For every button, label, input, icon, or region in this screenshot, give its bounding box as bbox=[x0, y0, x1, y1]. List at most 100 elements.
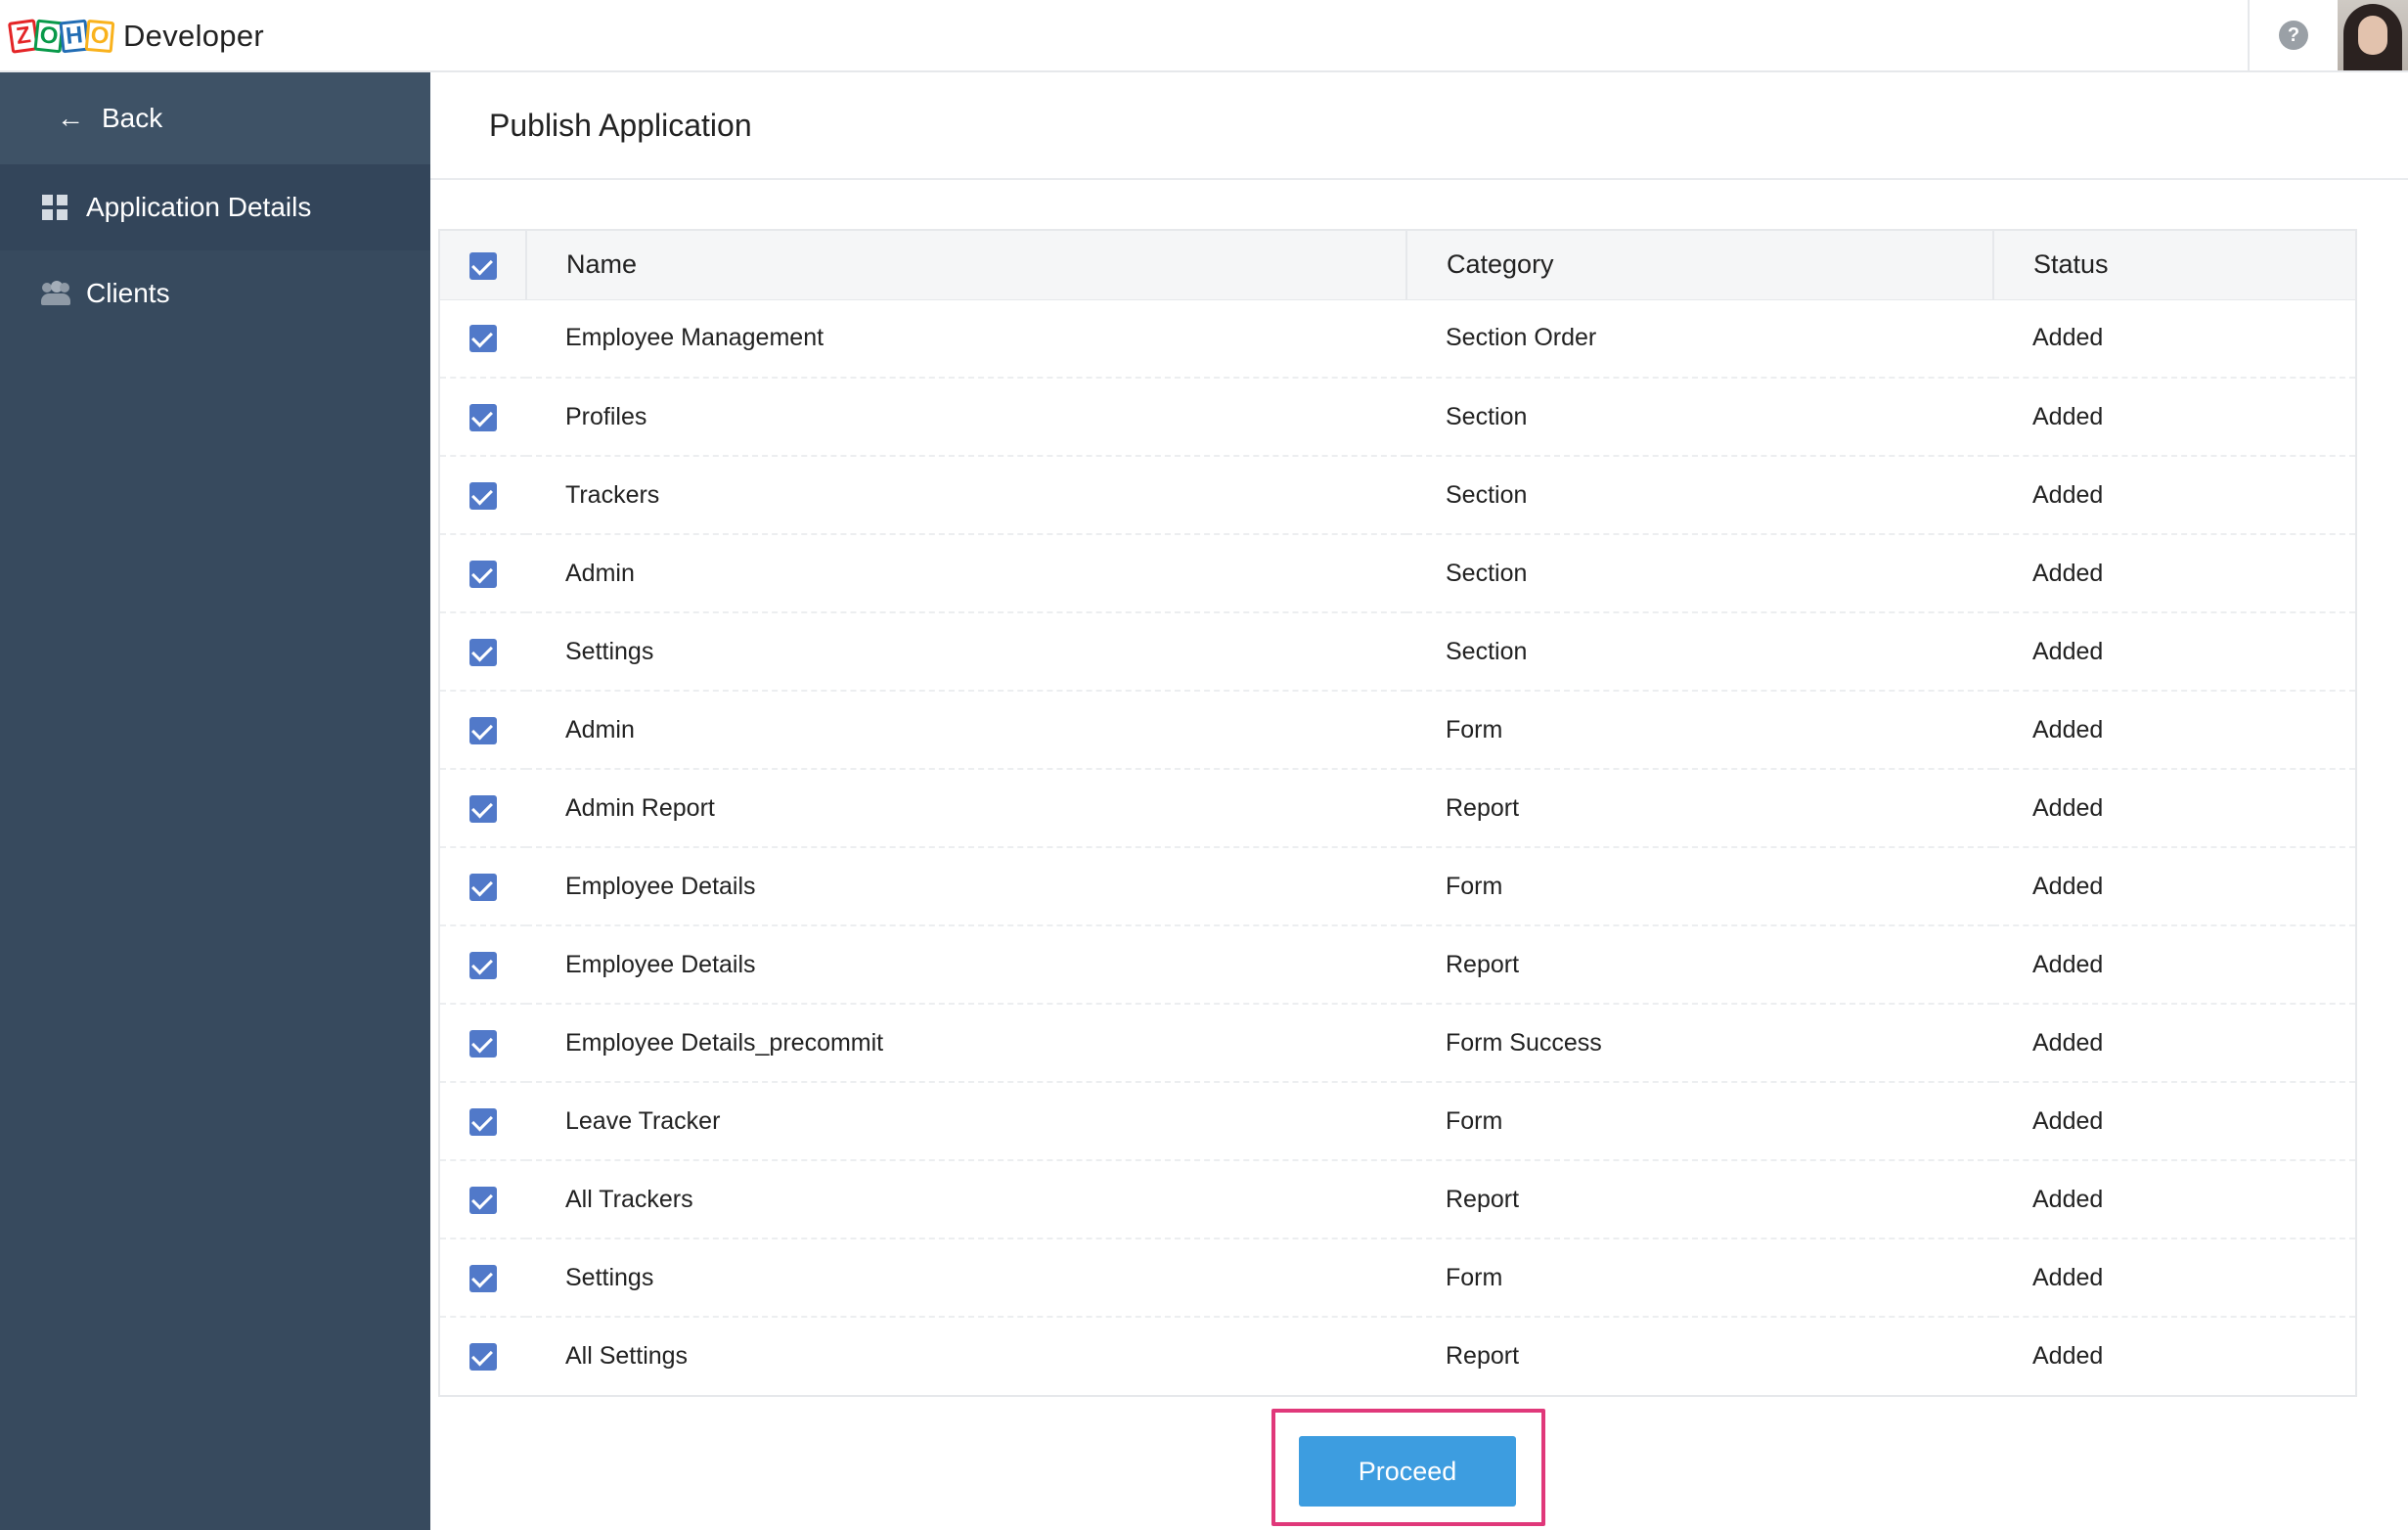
column-header-category: Category bbox=[1406, 231, 1994, 299]
help-icon[interactable]: ? bbox=[2279, 21, 2308, 50]
cell-name: Employee Details bbox=[565, 950, 756, 978]
cell-category: Report bbox=[1446, 1342, 1520, 1370]
page-title: Publish Application bbox=[489, 107, 752, 143]
row-checkbox-cell bbox=[440, 456, 526, 534]
cell-name: Trackers bbox=[565, 480, 660, 509]
sidebar-item-application-details[interactable]: Application Details bbox=[0, 164, 430, 250]
logo-letter: O bbox=[84, 19, 115, 54]
product-name: Developer bbox=[123, 19, 265, 53]
user-avatar[interactable] bbox=[2338, 0, 2408, 70]
row-checkbox[interactable] bbox=[469, 1029, 497, 1058]
sidebar-item-label: Clients bbox=[86, 278, 170, 308]
table-body: Employee Management Section Order Added Pro… bbox=[440, 299, 2355, 1395]
row-checkbox[interactable] bbox=[469, 951, 497, 979]
cell-category: Section bbox=[1446, 402, 1528, 430]
cell-category: Form bbox=[1446, 715, 1503, 743]
row-checkbox[interactable] bbox=[469, 481, 497, 510]
table-header-row: Name Category Status bbox=[440, 231, 2355, 299]
table-row[interactable]: Admin Section Added bbox=[440, 534, 2355, 612]
back-label: Back bbox=[102, 103, 163, 133]
cell-status: Added bbox=[2032, 715, 2104, 743]
sidebar-item-label: Application Details bbox=[86, 192, 312, 222]
table-row[interactable]: Settings Section Added bbox=[440, 612, 2355, 691]
table-row[interactable]: Employee Management Section Order Added bbox=[440, 299, 2355, 378]
cell-status: Added bbox=[2032, 324, 2104, 352]
cell-status: Added bbox=[2032, 1028, 2104, 1057]
cell-category: Section Order bbox=[1446, 324, 1597, 352]
table-row[interactable]: Profiles Section Added bbox=[440, 378, 2355, 456]
cell-status: Added bbox=[2032, 559, 2104, 587]
row-checkbox[interactable] bbox=[469, 1107, 497, 1136]
table-row[interactable]: All Settings Report Added bbox=[440, 1317, 2355, 1395]
row-checkbox[interactable] bbox=[469, 1264, 497, 1292]
proceed-button[interactable]: Proceed bbox=[1299, 1436, 1516, 1507]
table-row[interactable]: Admin Report Report Added bbox=[440, 769, 2355, 847]
cell-name: Employee Details bbox=[565, 872, 756, 900]
cell-status: Added bbox=[2032, 480, 2104, 509]
table-row[interactable]: Settings Form Added bbox=[440, 1238, 2355, 1317]
row-checkbox[interactable] bbox=[469, 716, 497, 744]
cell-name: Admin bbox=[565, 715, 635, 743]
cell-category: Form Success bbox=[1446, 1028, 1602, 1057]
main-content: Publish Application Name Category Status… bbox=[430, 72, 2408, 1530]
select-all-checkbox[interactable] bbox=[468, 252, 497, 281]
back-arrow-icon: ← bbox=[57, 103, 84, 133]
column-header-name: Name bbox=[526, 231, 1407, 299]
row-checkbox-cell bbox=[440, 1238, 526, 1317]
row-checkbox-cell bbox=[440, 1004, 526, 1082]
cell-name: All Settings bbox=[565, 1342, 689, 1370]
row-checkbox[interactable] bbox=[469, 325, 497, 353]
cell-name: Profiles bbox=[565, 402, 647, 430]
row-checkbox-cell bbox=[440, 847, 526, 925]
cell-status: Added bbox=[2032, 1106, 2104, 1135]
cell-category: Section bbox=[1446, 480, 1528, 509]
cell-status: Added bbox=[2032, 637, 2104, 665]
cell-category: Section bbox=[1446, 559, 1528, 587]
cell-status: Added bbox=[2032, 1342, 2104, 1370]
cell-name: Employee Details_precommit bbox=[565, 1028, 884, 1057]
table-row[interactable]: All Trackers Report Added bbox=[440, 1160, 2355, 1238]
top-bar: Z O H O Developer ? bbox=[0, 0, 2408, 72]
cell-status: Added bbox=[2032, 950, 2104, 978]
table-row[interactable]: Employee Details_precommit Form Success Ad… bbox=[440, 1004, 2355, 1082]
cell-name: Settings bbox=[565, 637, 654, 665]
select-all-cell bbox=[440, 231, 527, 299]
cell-category: Form bbox=[1446, 1263, 1503, 1291]
column-header-status: Status bbox=[2033, 249, 2109, 280]
users-icon bbox=[41, 280, 70, 307]
row-checkbox[interactable] bbox=[469, 403, 497, 431]
back-button[interactable]: ← Back bbox=[0, 72, 430, 164]
cell-status: Added bbox=[2032, 872, 2104, 900]
row-checkbox-cell bbox=[440, 1160, 526, 1238]
row-checkbox[interactable] bbox=[469, 638, 497, 666]
table-row[interactable]: Admin Form Added bbox=[440, 691, 2355, 769]
cell-name: Admin Report bbox=[565, 793, 715, 822]
cell-status: Added bbox=[2032, 793, 2104, 822]
avatar-face bbox=[2358, 16, 2387, 55]
row-checkbox-cell bbox=[440, 534, 526, 612]
row-checkbox[interactable] bbox=[469, 873, 497, 901]
cell-name: Settings bbox=[565, 1263, 654, 1291]
cell-status: Added bbox=[2032, 1263, 2104, 1291]
row-checkbox-cell bbox=[440, 769, 526, 847]
sidebar-item-clients[interactable]: Clients bbox=[0, 250, 430, 337]
row-checkbox[interactable] bbox=[469, 1343, 497, 1372]
row-checkbox-cell bbox=[440, 299, 526, 378]
row-checkbox-cell bbox=[440, 691, 526, 769]
table-row[interactable]: Employee Details Report Added bbox=[440, 925, 2355, 1004]
row-checkbox-cell bbox=[440, 612, 526, 691]
table-row[interactable]: Trackers Section Added bbox=[440, 456, 2355, 534]
cell-name: Employee Management bbox=[565, 324, 825, 352]
components-table: Name Category Status Employee Management… bbox=[438, 229, 2357, 1397]
table-row[interactable]: Leave Tracker Form Added bbox=[440, 1082, 2355, 1160]
row-checkbox[interactable] bbox=[469, 560, 497, 588]
page-header: Publish Application bbox=[430, 72, 2408, 180]
cell-category: Report bbox=[1446, 950, 1520, 978]
zoho-logo-icon: Z O H O bbox=[7, 19, 115, 54]
zoho-developer-logo[interactable]: Z O H O Developer bbox=[7, 14, 265, 59]
row-checkbox[interactable] bbox=[469, 794, 497, 823]
row-checkbox[interactable] bbox=[469, 1186, 497, 1214]
table-row[interactable]: Employee Details Form Added bbox=[440, 847, 2355, 925]
cell-category: Report bbox=[1446, 793, 1520, 822]
row-checkbox-cell bbox=[440, 378, 526, 456]
